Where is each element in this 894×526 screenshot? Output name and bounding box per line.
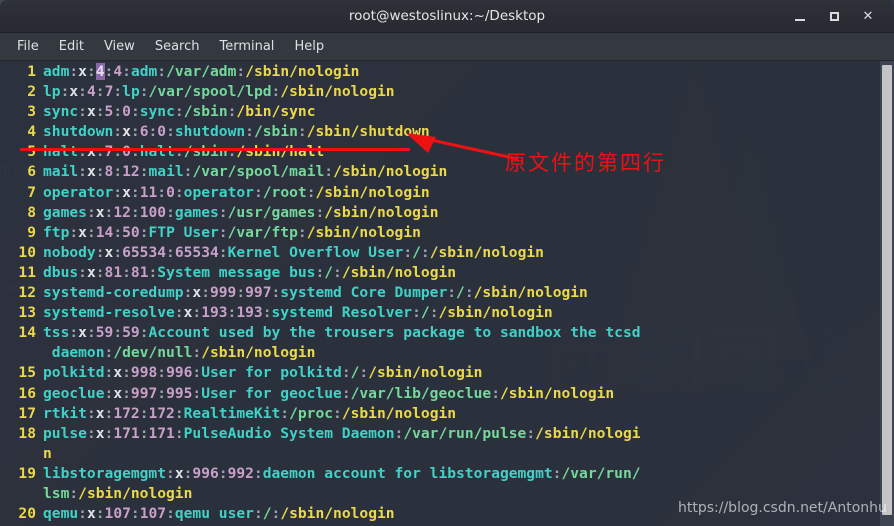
- annotation-underline: [20, 148, 410, 151]
- line-number: 18: [18, 424, 36, 442]
- line-number: 1: [27, 63, 36, 80]
- editor-line[interactable]: 20 qemu:x:107:107:qemu user:/:/sbin/nolog…: [0, 504, 641, 524]
- editor-line[interactable]: 10 nobody:x:65534:65534:Kernel Overflow U…: [0, 243, 641, 263]
- line-number: 11: [18, 263, 36, 281]
- line-number: 19: [18, 464, 36, 482]
- menu-item-terminal[interactable]: Terminal: [210, 36, 283, 57]
- window-title: root@westoslinux:~/Desktop: [348, 8, 546, 24]
- line-number: 16: [18, 384, 36, 402]
- window-titlebar[interactable]: root@westoslinux:~/Desktop ✕: [0, 0, 894, 33]
- close-button[interactable]: ✕: [860, 9, 876, 25]
- menubar: File Edit View Search Terminal Help: [0, 33, 894, 61]
- editor-line[interactable]: 13 systemd-resolve:x:193:193:systemd Reso…: [0, 303, 641, 323]
- editor-line[interactable]: 16 geoclue:x:997:995:User for geoclue:/va…: [0, 384, 641, 404]
- maximize-button[interactable]: [826, 9, 842, 25]
- editor-line[interactable]: 9 ftp:x:14:50:FTP User:/var/ftp:/sbin/nol…: [0, 223, 641, 243]
- line-number: 3: [27, 103, 36, 121]
- scrollbar-thumb[interactable]: [882, 65, 892, 515]
- editor-line[interactable]: 8 games:x:12:100:games:/usr/games:/sbin/n…: [0, 203, 641, 223]
- annotation-note: 原文件的第四行: [505, 151, 666, 175]
- editor-line-wrap[interactable]: lsm:/sbin/nologin: [0, 484, 641, 504]
- line-number: 20: [18, 505, 36, 523]
- minimize-icon: [795, 18, 805, 21]
- editor-line[interactable]: 18 pulse:x:171:171:PulseAudio System Daem…: [0, 424, 640, 444]
- line-number: 7: [27, 183, 36, 201]
- editor-line[interactable]: 19 libstoragemgmt:x:996:992:daemon accoun…: [0, 464, 641, 484]
- line-number: 2: [27, 83, 36, 101]
- line-number: 9: [27, 223, 36, 241]
- watermark-text: https://blog.csdn.net/Antonhu: [678, 500, 887, 516]
- line-number: 12: [18, 284, 36, 302]
- menu-item-file[interactable]: File: [8, 36, 48, 57]
- terminal-scrollbar[interactable]: [880, 61, 894, 526]
- menu-item-help[interactable]: Help: [285, 36, 333, 57]
- editor-line[interactable]: 14 tss:x:59:59:Account used by the trouse…: [0, 323, 641, 343]
- menu-item-edit[interactable]: Edit: [50, 36, 93, 57]
- editor-line[interactable]: 12 systemd-coredump:x:999:997:systemd Cor…: [0, 283, 641, 303]
- line-number: 10: [18, 243, 36, 261]
- annotation-arrow-icon: [406, 133, 519, 161]
- terminal-window: root@westoslinux:~/Desktop ✕ File Edit V…: [0, 0, 894, 526]
- terminal-body[interactable]: 1 adm:x:4:4:adm:/var/adm:/sbin/nologin 2 lp…: [0, 61, 894, 526]
- editor-line[interactable]: 11 dbus:x:81:81:System message bus:/:/sbi…: [0, 263, 641, 283]
- editor-line[interactable]: 4 shutdown:x:6:0:shutdown:/sbin:/sbin/shu…: [0, 122, 641, 142]
- editor-line[interactable]: 7 operator:x:11:0:operator:/root:/sbin/no…: [0, 183, 641, 203]
- minimize-button[interactable]: [792, 9, 808, 25]
- editor-line-wrap[interactable]: n: [0, 444, 641, 464]
- line-number: 5: [27, 143, 36, 161]
- line-number: 6: [27, 163, 36, 181]
- line-number: 4: [27, 123, 36, 141]
- editor-line[interactable]: 1 adm:x:4:4:adm:/var/adm:/sbin/nologin: [0, 62, 641, 82]
- line-number: 13: [18, 304, 36, 322]
- line-number: 17: [18, 404, 36, 422]
- window-controls: ✕: [792, 0, 886, 33]
- menu-item-view[interactable]: View: [95, 36, 144, 57]
- line-number: 15: [18, 364, 36, 382]
- line-number: 14: [18, 324, 36, 342]
- screen: 西朝可道 Trash File root@westoslinux:~/Deskt…: [0, 0, 894, 526]
- editor-line-wrap[interactable]: daemon:/dev/null:/sbin/nologin: [0, 343, 641, 363]
- editor-line[interactable]: 17 rtkit:x:172:172:RealtimeKit:/proc:/sbi…: [0, 404, 641, 424]
- line-number: 8: [27, 203, 36, 221]
- editor-line[interactable]: 3 sync:x:5:0:sync:/sbin:/bin/sync: [0, 102, 641, 122]
- editor-line[interactable]: 15 polkitd:x:998:996:User for polkitd:/:/…: [0, 363, 641, 383]
- editor-line[interactable]: 2 lp:x:4:7:lp:/var/spool/lpd:/sbin/nologi…: [0, 82, 641, 102]
- menu-item-search[interactable]: Search: [146, 36, 209, 57]
- maximize-icon: [829, 12, 839, 21]
- editor-buffer[interactable]: 1 adm:x:4:4:adm:/var/adm:/sbin/nologin 2 lp…: [0, 62, 641, 526]
